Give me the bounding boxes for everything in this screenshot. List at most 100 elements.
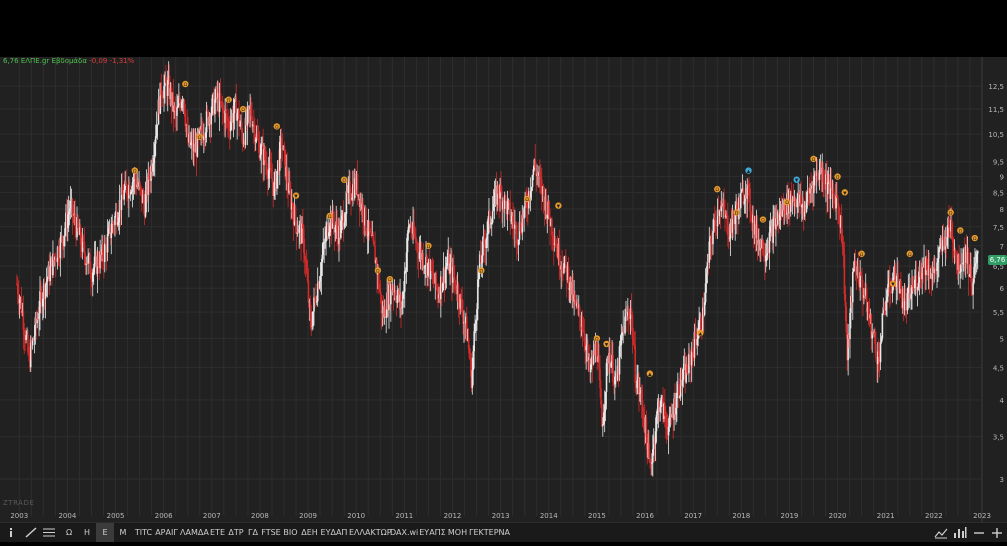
x-tick-label: 2022 bbox=[925, 512, 943, 520]
price-chart[interactable]: Ω Ω Ω Ω Ω Ω ▼ Ω Ω Ω Ω Ω Ω Ω ▼ Ω ▼ ▲ ▲ Ω Ω ▲ Ω Ω ▼ Ω Ω ▼ Ω ▼ Ω Ω Ω Ω 3 3,5 4… bbox=[0, 57, 1007, 522]
svg-text:Ω: Ω bbox=[525, 197, 529, 203]
svg-text:▼: ▼ bbox=[795, 179, 799, 184]
symbol-button[interactable]: ΓΔ bbox=[246, 523, 260, 542]
symbol-button[interactable]: ΕΛΛΑΚΤΩΡ bbox=[349, 523, 392, 542]
candle-body bbox=[453, 277, 456, 281]
y-tick-label: 5 bbox=[1000, 335, 1004, 343]
period-button-Η[interactable]: Η bbox=[78, 523, 96, 542]
svg-text:Ω: Ω bbox=[198, 135, 202, 141]
candle-body bbox=[103, 243, 106, 262]
candle-body bbox=[612, 355, 614, 383]
zoom-out-icon[interactable] bbox=[970, 523, 988, 542]
y-tick-label: 9,5 bbox=[993, 159, 1004, 167]
period-button-Ε[interactable]: Ε bbox=[96, 523, 114, 542]
svg-text:Ω: Ω bbox=[328, 214, 332, 220]
svg-text:Ω: Ω bbox=[227, 98, 231, 104]
signal-marker: Ω bbox=[273, 123, 280, 130]
y-tick-label: 12,5 bbox=[988, 83, 1004, 91]
svg-text:Ω: Ω bbox=[716, 187, 720, 193]
svg-text:▼: ▼ bbox=[605, 343, 609, 348]
candle-body bbox=[900, 280, 902, 290]
y-tick-label: 3 bbox=[1000, 476, 1004, 484]
svg-text:Ω: Ω bbox=[812, 157, 816, 163]
quote-symbol: ΕΛΠΕ.gr bbox=[20, 57, 50, 65]
candle-body bbox=[176, 107, 178, 116]
candle-body bbox=[49, 265, 51, 282]
candle-body bbox=[106, 234, 109, 253]
svg-text:Ω: Ω bbox=[388, 277, 392, 283]
svg-text:Ω: Ω bbox=[241, 107, 245, 113]
svg-text:Ω: Ω bbox=[836, 175, 840, 181]
candle-body bbox=[294, 206, 297, 222]
candle-body bbox=[851, 271, 854, 303]
signal-marker: Ω bbox=[478, 267, 485, 274]
symbol-button[interactable]: FTSE bbox=[261, 523, 281, 542]
y-tick-label: 7 bbox=[1000, 243, 1004, 251]
candle-body bbox=[976, 250, 979, 254]
info-icon[interactable] bbox=[2, 523, 20, 542]
chart-canvas[interactable]: Ω Ω Ω Ω Ω Ω ▼ Ω Ω Ω Ω Ω Ω Ω ▼ Ω ▼ ▲ ▲ Ω Ω ▲ Ω Ω ▼ Ω Ω ▼ Ω ▼ Ω Ω Ω Ω 3 3,5 4… bbox=[0, 57, 1007, 522]
x-tick-label: 2010 bbox=[347, 512, 365, 520]
symbol-button[interactable]: ΔΤΡ bbox=[227, 523, 245, 542]
symbol-button[interactable]: ΓΕΚΤΕΡΝΑ bbox=[469, 523, 510, 542]
symbol-button[interactable]: ΕΥΔΑΠ bbox=[320, 523, 348, 542]
candle-body bbox=[712, 231, 714, 245]
chart-type-icon[interactable] bbox=[932, 523, 950, 542]
candle-body bbox=[271, 178, 274, 183]
candle-body bbox=[750, 211, 752, 218]
svg-text:▲: ▲ bbox=[648, 373, 652, 378]
svg-text:Ω: Ω bbox=[376, 268, 380, 274]
quote-header: 6,76 ΕΛΠΕ.gr Εβδομάδα -0,09 -1,31% bbox=[3, 57, 134, 66]
signal-marker: ▼ bbox=[793, 176, 800, 184]
signal-marker: Ω bbox=[971, 234, 978, 242]
symbol-button[interactable]: ΕΥΑΠΣ bbox=[419, 523, 446, 542]
x-tick-label: 2009 bbox=[299, 512, 317, 520]
candle-body bbox=[967, 252, 970, 277]
period-button-Ω[interactable]: Ω bbox=[60, 523, 78, 542]
signal-marker: Ω bbox=[906, 250, 913, 258]
svg-text:Ω: Ω bbox=[275, 124, 279, 130]
signal-marker: Ω bbox=[834, 173, 841, 181]
menu-lines-icon[interactable] bbox=[40, 523, 58, 542]
symbol-button[interactable]: ΜΟΗ bbox=[447, 523, 468, 542]
y-tick-label: 9 bbox=[1000, 174, 1004, 182]
x-tick-label: 2012 bbox=[444, 512, 462, 520]
svg-text:Ω: Ω bbox=[761, 218, 765, 224]
symbol-button[interactable]: ΔΕΗ bbox=[300, 523, 319, 542]
quote-price: 6,76 bbox=[3, 57, 19, 65]
x-tick-label: 2007 bbox=[203, 512, 221, 520]
y-tick-label: 4 bbox=[1000, 397, 1005, 405]
svg-text:Ω: Ω bbox=[133, 169, 137, 175]
candle-body bbox=[574, 294, 576, 301]
x-tick-label: 2017 bbox=[684, 512, 702, 520]
candle-body bbox=[578, 306, 581, 317]
quote-change: -0,09 -1,31% bbox=[89, 57, 135, 65]
svg-text:Ω: Ω bbox=[735, 210, 739, 216]
candle-body bbox=[714, 219, 717, 227]
symbol-button[interactable]: ΑΡΑΙΓ bbox=[154, 523, 179, 542]
last-price-badge: 6,76 bbox=[988, 255, 1007, 265]
symbol-button[interactable]: TITC bbox=[134, 523, 153, 542]
signal-marker: ▼ bbox=[841, 189, 849, 196]
zoom-in-icon[interactable] bbox=[988, 523, 1006, 542]
svg-text:Ω: Ω bbox=[785, 200, 789, 206]
y-tick-label: 11,5 bbox=[988, 106, 1004, 114]
y-tick-label: 8,5 bbox=[993, 189, 1004, 197]
symbol-button[interactable]: ΕΤΕ bbox=[209, 523, 226, 542]
signal-marker: ▲ bbox=[745, 167, 752, 175]
signal-marker: Ω bbox=[593, 335, 601, 342]
signal-marker: Ω bbox=[225, 96, 232, 104]
grid-lines bbox=[0, 57, 983, 516]
quote-period: Εβδομάδα bbox=[51, 57, 87, 65]
candle-body bbox=[875, 343, 877, 359]
svg-text:Ω: Ω bbox=[184, 82, 188, 88]
svg-text:Ω: Ω bbox=[908, 252, 912, 258]
symbol-button[interactable]: ΒΙΟ bbox=[282, 523, 299, 542]
indicators-icon[interactable] bbox=[951, 523, 969, 542]
draw-line-icon[interactable] bbox=[22, 523, 40, 542]
symbol-button[interactable]: ΛΑΜΔΑ bbox=[180, 523, 209, 542]
period-button-Μ[interactable]: Μ bbox=[114, 523, 132, 542]
x-axis: 2003 2004 2005 2006 2007 2008 2009 2010 2011 2012… bbox=[10, 512, 991, 520]
symbol-button[interactable]: DAX.wi bbox=[390, 523, 418, 542]
svg-text:Ω: Ω bbox=[860, 252, 864, 258]
